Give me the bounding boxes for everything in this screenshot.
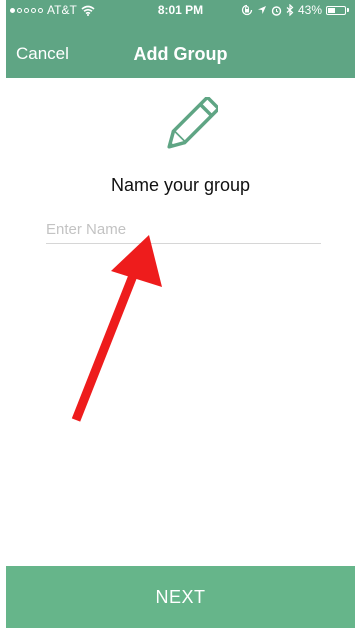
navigation-bar: Cancel Add Group <box>6 20 355 78</box>
signal-dot <box>31 7 36 13</box>
signal-dot <box>10 7 15 13</box>
battery-cap <box>347 8 349 12</box>
signal-strength-icon <box>10 7 43 13</box>
signal-dot <box>24 7 29 13</box>
page-title: Add Group <box>133 44 228 64</box>
pencil-icon <box>167 97 218 149</box>
status-right: 43% <box>241 3 349 17</box>
next-button[interactable]: NEXT <box>6 566 355 628</box>
carrier-name: AT&T <box>47 3 77 17</box>
rotation-lock-icon <box>241 4 253 16</box>
signal-dot <box>38 7 43 13</box>
bluetooth-icon <box>286 4 294 16</box>
alarm-icon <box>271 5 282 16</box>
red-arrow-annotation <box>71 235 162 422</box>
name-prompt: Name your group <box>110 175 251 195</box>
location-icon <box>257 6 266 14</box>
status-left: AT&T <box>10 3 95 17</box>
battery-percent: 43% <box>297 3 322 17</box>
wifi-icon <box>81 5 95 16</box>
battery-body <box>326 5 346 15</box>
status-bar: AT&T 8:01 PM 43% <box>6 0 355 20</box>
battery-icon <box>326 5 349 15</box>
battery-fill <box>328 7 335 13</box>
screen: AT&T 8:01 PM 43% Cancel Add Group Name y… <box>6 0 355 628</box>
signal-dot <box>17 7 22 13</box>
